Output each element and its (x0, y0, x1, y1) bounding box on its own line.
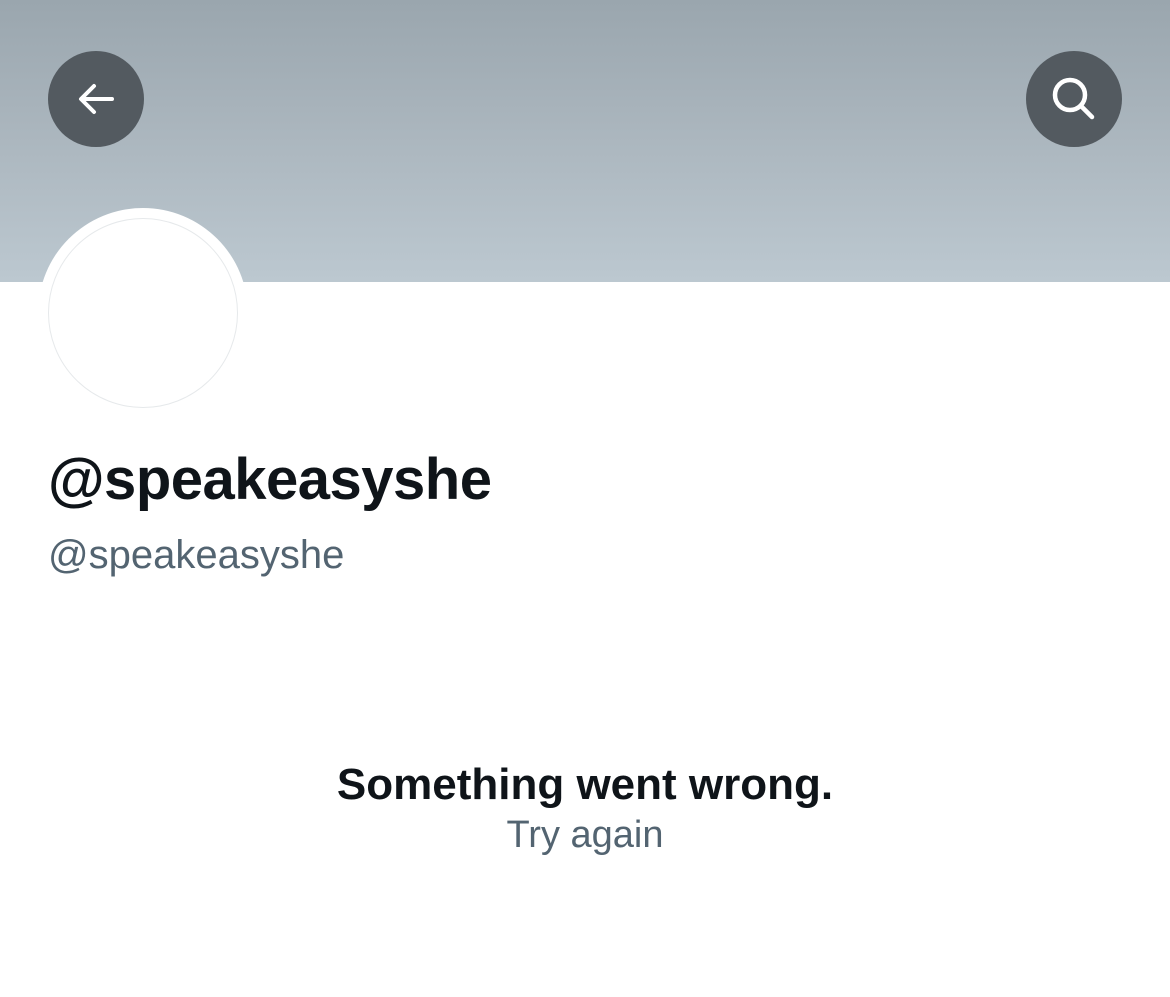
profile-page: @speakeasyshe @speakeasyshe Something we… (0, 0, 1170, 997)
arrow-left-icon (79, 84, 114, 114)
error-message: Something went wrong. (336, 760, 834, 809)
avatar[interactable] (48, 218, 238, 408)
try-again-link[interactable]: Try again (507, 814, 664, 856)
profile-display-name: @speakeasyshe (48, 447, 492, 512)
search-icon (1052, 77, 1095, 120)
profile-handle: @speakeasyshe (48, 533, 345, 577)
try-again-container: Try again (0, 814, 1170, 857)
search-button[interactable] (1026, 51, 1122, 147)
back-button[interactable] (48, 51, 144, 147)
